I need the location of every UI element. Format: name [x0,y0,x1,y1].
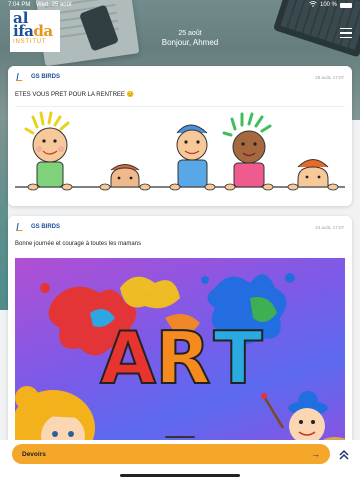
post-image-art[interactable]: A R T [15,258,345,446]
logo-line2: ifada [13,24,57,39]
post-text: Bonne journée et courage à toutes les ma… [15,241,142,247]
post-author: GS BIRDS [31,224,61,230]
post-card[interactable]: GS BIRDS 25 août, 17:07 ETES VOUS PRET P… [8,66,352,206]
logo-line2-accent: da [33,22,53,40]
battery-icon [340,2,352,8]
school-logo: al ifada INSTITUT [10,10,60,52]
status-time: 7:04 PM [8,2,31,8]
sheet-handle[interactable] [165,436,195,438]
logo-line3: INSTITUT [13,39,47,45]
menu-icon-line [340,32,352,34]
header-date: 25 août [178,30,202,37]
post-image-kids[interactable] [15,106,345,201]
art-letter-t: T [213,316,262,400]
art-letter-r: R [155,316,210,400]
devoirs-label: Devoirs [22,450,46,458]
wifi-icon [309,1,317,9]
menu-button[interactable] [340,28,352,38]
post-author: GS BIRDS [31,74,61,80]
devoirs-button[interactable]: Devoirs → [12,444,330,464]
status-bar: 7:04 PM Wed, 25 août 100 % [0,0,360,10]
double-chevron-up-icon[interactable] [338,448,350,462]
logo-line2-main: ifa [13,22,34,40]
art-lettering: A R T [99,315,263,401]
author-logo-icon [16,223,25,232]
menu-icon-line [340,36,352,38]
post-time: 25 août, 17:07 [315,74,344,80]
post-card[interactable]: GS BIRDS 24 août, 17:07 Bonne journée et… [8,216,352,446]
status-right: 100 % [309,1,352,9]
header-greeting: Bonjour, Ahmed [161,38,219,47]
side-accent-strip [0,120,8,310]
post-time: 24 août, 17:07 [315,224,344,230]
post-header: GS BIRDS 25 août, 17:07 [8,66,352,82]
greeting-block: 25 août Bonjour, Ahmed [140,30,240,47]
bottom-sheet: Devoirs → [0,440,360,480]
post-text: ETES VOUS PRET POUR LA RENTREE 😊 [15,92,135,98]
status-date: Wed, 25 août [36,2,72,8]
battery-percent: 100 % [319,2,337,8]
arrow-right-icon: → [311,449,320,459]
screen: 7:04 PM Wed, 25 août 100 % al ifada INST… [0,0,360,480]
menu-icon-line [340,28,352,30]
art-letter-a: A [100,316,156,400]
post-header: GS BIRDS 24 août, 17:07 [8,216,352,232]
author-logo-icon [16,73,25,82]
home-indicator [120,474,240,477]
status-left: 7:04 PM Wed, 25 août [8,2,72,8]
